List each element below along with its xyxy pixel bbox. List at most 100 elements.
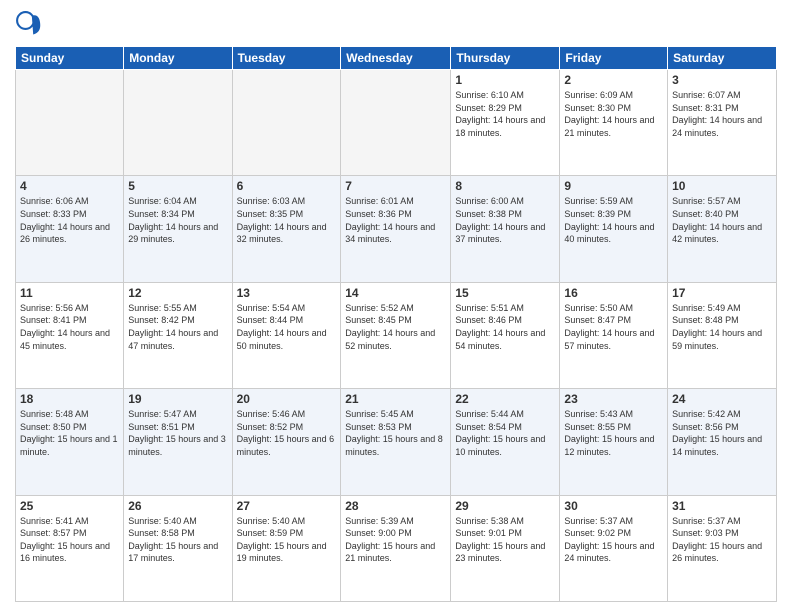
header-saturday: Saturday — [668, 47, 777, 70]
calendar-cell: 4 Sunrise: 6:06 AMSunset: 8:33 PMDaylight… — [16, 176, 124, 282]
calendar-cell — [232, 70, 341, 176]
day-number: 3 — [672, 73, 772, 87]
day-info: Sunrise: 5:56 AMSunset: 8:41 PMDaylight:… — [20, 302, 119, 352]
calendar-cell: 19 Sunrise: 5:47 AMSunset: 8:51 PMDayligh… — [124, 389, 232, 495]
day-info: Sunrise: 5:57 AMSunset: 8:40 PMDaylight:… — [672, 195, 772, 245]
calendar-table: SundayMondayTuesdayWednesdayThursdayFrid… — [15, 46, 777, 602]
day-info: Sunrise: 5:52 AMSunset: 8:45 PMDaylight:… — [345, 302, 446, 352]
day-number: 19 — [128, 392, 227, 406]
calendar-cell: 20Sunrise: 5:46 AMSunset: 8:52 PMDayligh… — [232, 389, 341, 495]
calendar-cell: 6 Sunrise: 6:03 AMSunset: 8:35 PMDaylight… — [232, 176, 341, 282]
calendar-cell: 30Sunrise: 5:37 AMSunset: 9:02 PMDayligh… — [560, 495, 668, 601]
day-info: Sunrise: 5:39 AMSunset: 9:00 PMDaylight:… — [345, 515, 446, 565]
day-info: Sunrise: 5:41 AMSunset: 8:57 PMDaylight:… — [20, 515, 119, 565]
calendar-cell: 31 Sunrise: 5:37 AMSunset: 9:03 PMDayligh… — [668, 495, 777, 601]
calendar-cell — [341, 70, 451, 176]
calendar-cell: 13 Sunrise: 5:54 AMSunset: 8:44 PMDayligh… — [232, 282, 341, 388]
calendar-cell: 14 Sunrise: 5:52 AMSunset: 8:45 PMDayligh… — [341, 282, 451, 388]
calendar-cell: 8 Sunrise: 6:00 AMSunset: 8:38 PMDaylight… — [451, 176, 560, 282]
day-info: Sunrise: 5:37 AMSunset: 9:02 PMDaylight:… — [564, 515, 663, 565]
day-number: 28 — [345, 499, 446, 513]
calendar-cell: 9 Sunrise: 5:59 AMSunset: 8:39 PMDaylight… — [560, 176, 668, 282]
day-number: 12 — [128, 286, 227, 300]
day-info: Sunrise: 5:38 AMSunset: 9:01 PMDaylight:… — [455, 515, 555, 565]
day-info: Sunrise: 6:04 AMSunset: 8:34 PMDaylight:… — [128, 195, 227, 245]
day-info: Sunrise: 5:59 AMSunset: 8:39 PMDaylight:… — [564, 195, 663, 245]
calendar-cell: 7Sunrise: 6:01 AMSunset: 8:36 PMDaylight… — [341, 176, 451, 282]
day-number: 9 — [564, 179, 663, 193]
calendar-cell: 18 Sunrise: 5:48 AMSunset: 8:50 PMDayligh… — [16, 389, 124, 495]
calendar-cell: 1Sunrise: 6:10 AMSunset: 8:29 PMDaylight… — [451, 70, 560, 176]
day-number: 11 — [20, 286, 119, 300]
calendar-cell: 12 Sunrise: 5:55 AMSunset: 8:42 PMDayligh… — [124, 282, 232, 388]
day-number: 24 — [672, 392, 772, 406]
calendar-cell: 10 Sunrise: 5:57 AMSunset: 8:40 PMDayligh… — [668, 176, 777, 282]
day-info: Sunrise: 5:47 AMSunset: 8:51 PMDaylight:… — [128, 408, 227, 458]
calendar-cell: 17Sunrise: 5:49 AMSunset: 8:48 PMDayligh… — [668, 282, 777, 388]
calendar-cell: 15 Sunrise: 5:51 AMSunset: 8:46 PMDayligh… — [451, 282, 560, 388]
day-info: Sunrise: 6:06 AMSunset: 8:33 PMDaylight:… — [20, 195, 119, 245]
day-number: 4 — [20, 179, 119, 193]
day-info: Sunrise: 5:43 AMSunset: 8:55 PMDaylight:… — [564, 408, 663, 458]
calendar-week-5: 25 Sunrise: 5:41 AMSunset: 8:57 PMDayligh… — [16, 495, 777, 601]
day-info: Sunrise: 5:40 AMSunset: 8:58 PMDaylight:… — [128, 515, 227, 565]
day-number: 18 — [20, 392, 119, 406]
day-info: Sunrise: 6:10 AMSunset: 8:29 PMDaylight:… — [455, 89, 555, 139]
calendar-week-1: 1Sunrise: 6:10 AMSunset: 8:29 PMDaylight… — [16, 70, 777, 176]
calendar-cell: 2Sunrise: 6:09 AMSunset: 8:30 PMDaylight… — [560, 70, 668, 176]
header-friday: Friday — [560, 47, 668, 70]
header-sunday: Sunday — [16, 47, 124, 70]
calendar-cell: 22 Sunrise: 5:44 AMSunset: 8:54 PMDayligh… — [451, 389, 560, 495]
day-number: 2 — [564, 73, 663, 87]
header — [15, 10, 777, 38]
calendar-week-2: 4 Sunrise: 6:06 AMSunset: 8:33 PMDaylight… — [16, 176, 777, 282]
day-number: 21 — [345, 392, 446, 406]
calendar-cell — [124, 70, 232, 176]
header-wednesday: Wednesday — [341, 47, 451, 70]
day-number: 26 — [128, 499, 227, 513]
day-number: 23 — [564, 392, 663, 406]
calendar-cell: 29 Sunrise: 5:38 AMSunset: 9:01 PMDayligh… — [451, 495, 560, 601]
day-number: 31 — [672, 499, 772, 513]
day-info: Sunrise: 5:48 AMSunset: 8:50 PMDaylight:… — [20, 408, 119, 458]
calendar-header-row: SundayMondayTuesdayWednesdayThursdayFrid… — [16, 47, 777, 70]
calendar-cell — [16, 70, 124, 176]
calendar-cell: 5 Sunrise: 6:04 AMSunset: 8:34 PMDaylight… — [124, 176, 232, 282]
day-info: Sunrise: 5:40 AMSunset: 8:59 PMDaylight:… — [237, 515, 337, 565]
day-number: 15 — [455, 286, 555, 300]
day-info: Sunrise: 6:00 AMSunset: 8:38 PMDaylight:… — [455, 195, 555, 245]
day-number: 8 — [455, 179, 555, 193]
logo — [15, 10, 45, 38]
day-number: 14 — [345, 286, 446, 300]
day-number: 6 — [237, 179, 337, 193]
day-info: Sunrise: 6:07 AMSunset: 8:31 PMDaylight:… — [672, 89, 772, 139]
day-number: 25 — [20, 499, 119, 513]
day-number: 7 — [345, 179, 446, 193]
day-info: Sunrise: 5:42 AMSunset: 8:56 PMDaylight:… — [672, 408, 772, 458]
calendar-cell: 16Sunrise: 5:50 AMSunset: 8:47 PMDayligh… — [560, 282, 668, 388]
day-info: Sunrise: 6:03 AMSunset: 8:35 PMDaylight:… — [237, 195, 337, 245]
calendar-cell: 27Sunrise: 5:40 AMSunset: 8:59 PMDayligh… — [232, 495, 341, 601]
calendar-cell: 21 Sunrise: 5:45 AMSunset: 8:53 PMDayligh… — [341, 389, 451, 495]
calendar-week-4: 18 Sunrise: 5:48 AMSunset: 8:50 PMDayligh… — [16, 389, 777, 495]
header-thursday: Thursday — [451, 47, 560, 70]
day-number: 10 — [672, 179, 772, 193]
calendar-cell: 23 Sunrise: 5:43 AMSunset: 8:55 PMDayligh… — [560, 389, 668, 495]
day-info: Sunrise: 5:51 AMSunset: 8:46 PMDaylight:… — [455, 302, 555, 352]
calendar-cell: 25 Sunrise: 5:41 AMSunset: 8:57 PMDayligh… — [16, 495, 124, 601]
day-info: Sunrise: 5:37 AMSunset: 9:03 PMDaylight:… — [672, 515, 772, 565]
day-number: 13 — [237, 286, 337, 300]
day-info: Sunrise: 5:45 AMSunset: 8:53 PMDaylight:… — [345, 408, 446, 458]
day-info: Sunrise: 5:54 AMSunset: 8:44 PMDaylight:… — [237, 302, 337, 352]
day-number: 5 — [128, 179, 227, 193]
calendar-cell: 26 Sunrise: 5:40 AMSunset: 8:58 PMDayligh… — [124, 495, 232, 601]
calendar-cell: 28 Sunrise: 5:39 AMSunset: 9:00 PMDayligh… — [341, 495, 451, 601]
day-number: 29 — [455, 499, 555, 513]
day-number: 22 — [455, 392, 555, 406]
day-info: Sunrise: 5:55 AMSunset: 8:42 PMDaylight:… — [128, 302, 227, 352]
day-info: Sunrise: 5:44 AMSunset: 8:54 PMDaylight:… — [455, 408, 555, 458]
header-tuesday: Tuesday — [232, 47, 341, 70]
day-info: Sunrise: 5:46 AMSunset: 8:52 PMDaylight:… — [237, 408, 337, 458]
header-monday: Monday — [124, 47, 232, 70]
calendar-week-3: 11 Sunrise: 5:56 AMSunset: 8:41 PMDayligh… — [16, 282, 777, 388]
